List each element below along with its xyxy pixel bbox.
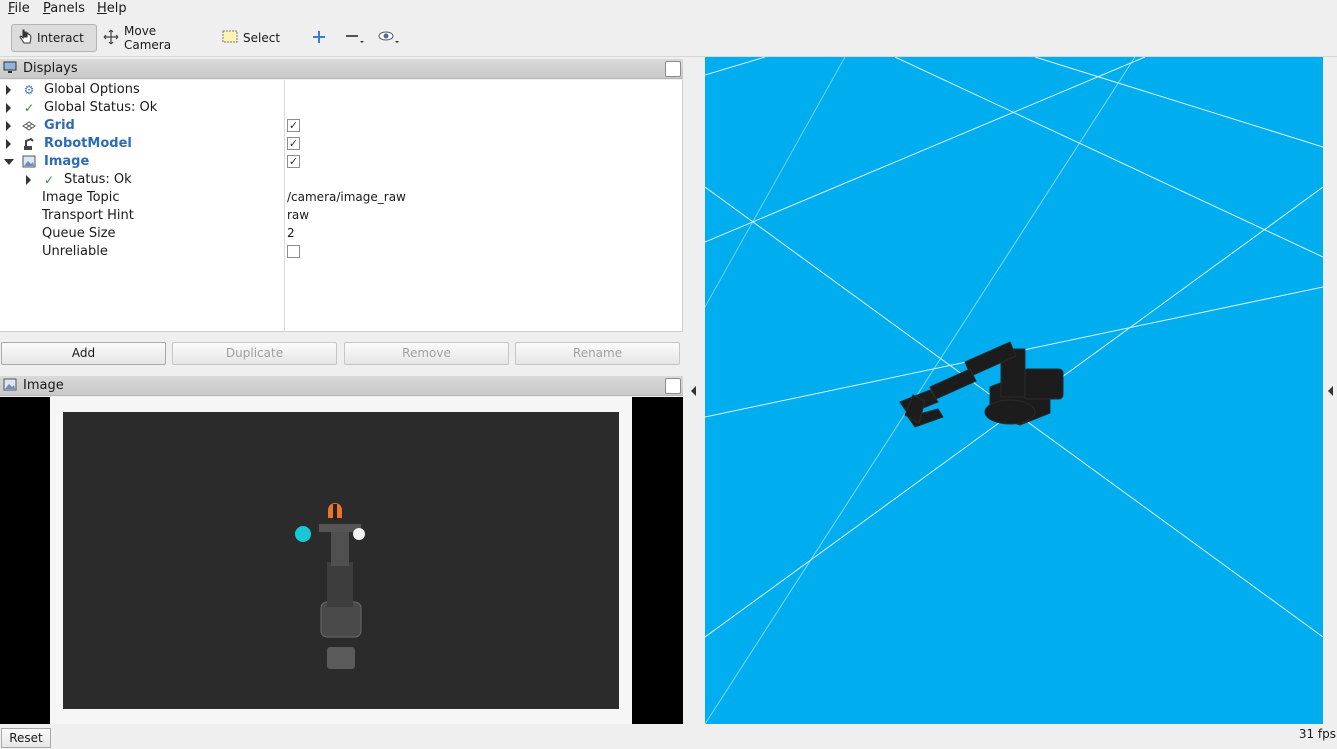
image-enabled-checkbox[interactable]: ✓ [287, 155, 300, 168]
expand-arrow-icon[interactable] [26, 175, 31, 185]
tree-label: Unreliable [42, 244, 108, 259]
toolbar: Interact Move Camera Select [0, 19, 1337, 57]
transport-hint-value[interactable]: raw [287, 208, 309, 222]
menu-file[interactable]: File [8, 1, 30, 16]
menu-panels[interactable]: Panels [43, 1, 85, 16]
tree-row-robotmodel[interactable]: RobotModel ✓ [0, 135, 683, 153]
expand-arrow-icon[interactable] [6, 121, 11, 131]
view-options-button[interactable] [372, 24, 402, 52]
duplicate-button[interactable]: Duplicate [172, 342, 337, 365]
tree-row-transport-hint[interactable]: Transport Hint raw [0, 207, 683, 225]
expand-arrow-icon[interactable] [6, 85, 11, 95]
robotmodel-enabled-checkbox[interactable]: ✓ [287, 137, 300, 150]
add-tool-button[interactable] [306, 24, 332, 52]
robot-icon [22, 137, 36, 151]
tree-row-image-topic[interactable]: Image Topic /camera/image_raw [0, 189, 683, 207]
displays-tree: ⚙ Global Options ✓ Global Status: Ok Gri… [0, 80, 683, 332]
grid-enabled-checkbox[interactable]: ✓ [287, 119, 300, 132]
image-topic-value[interactable]: /camera/image_raw [287, 190, 406, 204]
select-label: Select [243, 31, 281, 45]
3d-render-view[interactable] [705, 57, 1323, 724]
image-panel-title: Image [23, 378, 64, 393]
menu-help[interactable]: Help [97, 1, 127, 16]
expand-right-dock-arrow-icon[interactable] [1328, 386, 1333, 396]
tree-row-unreliable[interactable]: Unreliable [0, 243, 683, 261]
unreliable-checkbox[interactable] [287, 245, 300, 258]
interact-label: Interact [37, 31, 84, 45]
grid-icon [22, 119, 36, 133]
tree-row-image[interactable]: Image ✓ [0, 153, 683, 171]
add-button[interactable]: Add [1, 342, 166, 365]
collapse-left-arrow-icon[interactable] [691, 386, 696, 396]
menubar: File Panels Help [0, 0, 1337, 19]
tree-label: Global Status: Ok [44, 100, 158, 115]
tree-label: Image Topic [42, 190, 120, 205]
tree-row-global-options[interactable]: ⚙ Global Options [0, 81, 683, 99]
select-box-icon [222, 30, 238, 46]
expand-arrow-icon[interactable] [6, 139, 11, 149]
check-icon: ✓ [23, 101, 35, 115]
image-panel-close-box[interactable] [665, 378, 681, 394]
move-camera-label: Move Camera [124, 24, 172, 52]
tree-row-global-status[interactable]: ✓ Global Status: Ok [0, 99, 683, 117]
queue-size-value[interactable]: 2 [287, 226, 295, 240]
reset-button[interactable]: Reset [1, 728, 51, 748]
right-dock-bar[interactable] [1323, 57, 1337, 724]
hand-pointer-icon [18, 29, 32, 48]
panel-splitter[interactable] [683, 57, 705, 724]
image-icon [22, 155, 36, 169]
displays-panel-header: Displays [0, 59, 683, 79]
tree-label: RobotModel [44, 136, 132, 151]
tree-row-image-status[interactable]: ✓ Status: Ok [0, 171, 683, 189]
rename-button[interactable]: Rename [515, 342, 680, 365]
image-panel-header: Image [0, 376, 683, 396]
displays-panel-title: Displays [23, 61, 78, 76]
move-camera-tool-button[interactable]: Move Camera [97, 24, 207, 52]
gear-icon: ⚙ [23, 83, 35, 97]
eye-icon [378, 29, 400, 48]
displays-panel-close-box[interactable] [665, 61, 681, 77]
camera-image [63, 412, 619, 709]
status-bar: Reset 31 fps [0, 724, 1337, 749]
interact-tool-button[interactable]: Interact [11, 24, 97, 52]
tree-label: Grid [44, 118, 75, 133]
image-panel-icon [3, 378, 17, 394]
fps-readout: 31 fps [1298, 727, 1336, 741]
tree-label: Queue Size [42, 226, 116, 241]
tree-column-divider[interactable] [284, 80, 285, 332]
monitor-icon [3, 61, 17, 77]
check-icon: ✓ [43, 173, 55, 187]
tree-label: Image [44, 154, 90, 169]
expand-arrow-icon[interactable] [6, 103, 11, 113]
remove-tool-button[interactable] [339, 24, 369, 52]
move-camera-icon [103, 29, 119, 48]
collapse-arrow-icon[interactable] [4, 159, 14, 165]
tree-row-queue-size[interactable]: Queue Size 2 [0, 225, 683, 243]
tree-label: Status: Ok [64, 172, 132, 187]
tree-row-grid[interactable]: Grid ✓ [0, 117, 683, 135]
remove-button[interactable]: Remove [344, 342, 509, 365]
minus-icon [345, 29, 365, 48]
tree-label: Global Options [44, 82, 140, 97]
plus-icon [312, 30, 326, 47]
tree-label: Transport Hint [42, 208, 134, 223]
select-tool-button[interactable]: Select [216, 24, 286, 52]
